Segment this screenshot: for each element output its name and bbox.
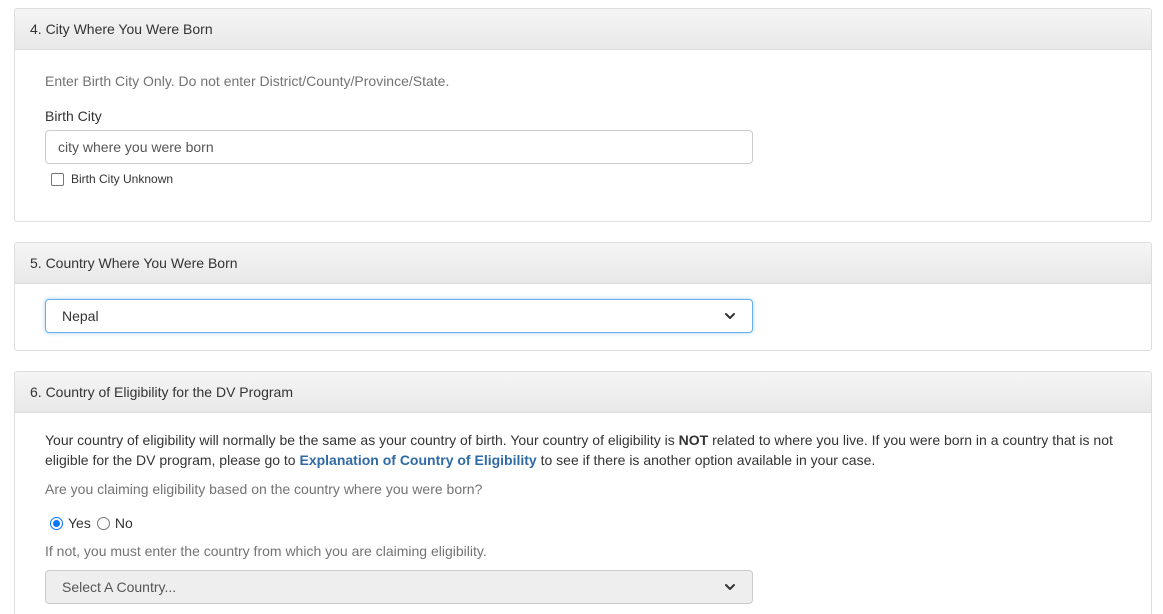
eligibility-paragraph-part1: Your country of eligibility will normall…	[45, 432, 679, 448]
radio-yes-label[interactable]: Yes	[68, 515, 91, 531]
birth-country-select[interactable]: Nepal	[45, 299, 753, 333]
eligibility-country-select[interactable]: Select A Country...	[45, 570, 753, 604]
eligibility-explanation-paragraph: Your country of eligibility will normall…	[45, 430, 1125, 470]
chevron-down-icon	[725, 584, 735, 590]
radio-no[interactable]	[96, 516, 110, 530]
birth-city-unknown-checkbox[interactable]	[51, 172, 64, 186]
radio-no-label[interactable]: No	[115, 515, 133, 531]
panel-eligibility-country: 6. Country of Eligibility for the DV Pro…	[14, 371, 1152, 614]
eligibility-country-placeholder: Select A Country...	[62, 579, 177, 595]
birth-country-selected-value: Nepal	[62, 308, 99, 324]
eligibility-paragraph-part3: to see if there is another option availa…	[536, 452, 876, 468]
panel-heading-birth-country: 5. Country Where You Were Born	[15, 243, 1151, 284]
birth-city-unknown-option[interactable]: Birth City Unknown	[51, 172, 173, 186]
panel-birth-country: 5. Country Where You Were Born Nepal	[14, 242, 1152, 351]
eligibility-radio-group-row: Yes No	[50, 515, 133, 531]
eligibility-if-not-text: If not, you must enter the country from …	[45, 543, 487, 559]
eligibility-paragraph-not: NOT	[678, 432, 709, 448]
panel-birth-city: 4. City Where You Were Born Enter Birth …	[14, 8, 1152, 222]
eligibility-explanation-link[interactable]: Explanation of Country of Eligibility	[299, 452, 536, 468]
birth-city-instruction: Enter Birth City Only. Do not enter Dist…	[45, 73, 450, 89]
radio-yes[interactable]	[50, 516, 63, 530]
panel-heading-birth-city: 4. City Where You Were Born	[15, 9, 1151, 50]
birth-city-input[interactable]	[45, 130, 753, 164]
birth-city-label: Birth City	[45, 108, 102, 124]
eligibility-question: Are you claiming eligibility based on th…	[45, 481, 483, 497]
chevron-down-icon	[725, 313, 735, 319]
panel-heading-eligibility-country: 6. Country of Eligibility for the DV Pro…	[15, 372, 1151, 413]
birth-city-unknown-label: Birth City Unknown	[71, 172, 174, 186]
dv-entry-form-page: 4. City Where You Were Born Enter Birth …	[0, 0, 1163, 614]
